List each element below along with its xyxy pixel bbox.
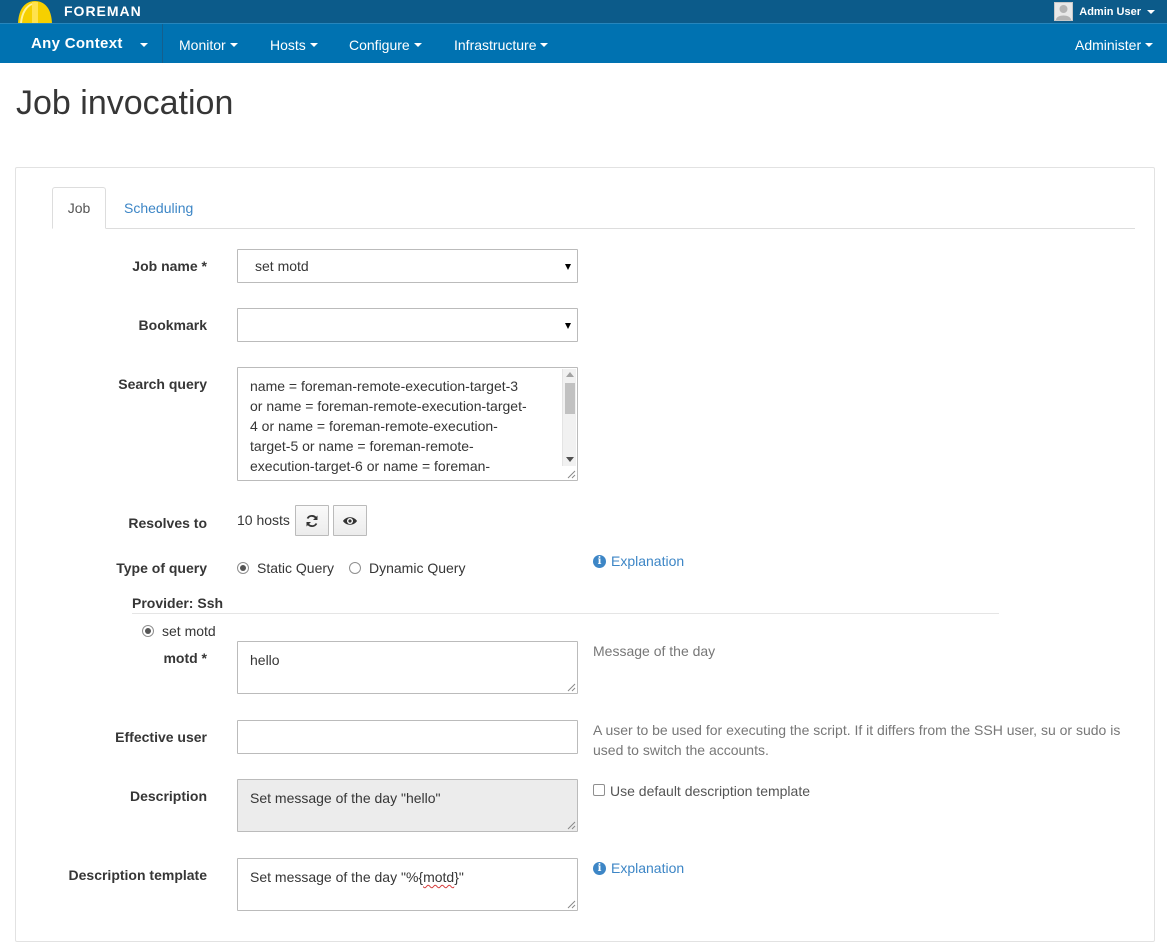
chevron-down-icon (229, 43, 238, 47)
bookmark-label: Bookmark (138, 317, 207, 333)
context-label: Any Context (31, 35, 123, 52)
refresh-button[interactable] (295, 505, 329, 536)
search-query-line: 4 or name = foreman-remote-execution- (250, 418, 498, 434)
dynamic-query-radio[interactable] (349, 562, 361, 574)
tab-job[interactable]: Job (52, 187, 106, 229)
chevron-down-icon (1147, 9, 1155, 14)
template-prefix: Set message of the day "%{ (250, 869, 424, 885)
motd-value: hello (250, 652, 280, 668)
explanation-text: Explanation (611, 860, 685, 876)
dropdown-arrow-icon (565, 323, 571, 329)
description-template-explanation-link[interactable]: i Explanation (593, 860, 684, 876)
query-type-explanation-link[interactable]: i Explanation (593, 553, 684, 569)
chevron-down-icon (140, 43, 148, 47)
top-header: FOREMAN Admin User (0, 0, 1167, 30)
description-label: Description (129, 788, 207, 804)
template-option-label[interactable]: set motd (162, 623, 216, 639)
template-radio[interactable] (142, 625, 154, 637)
resolved-hosts-count: 10 hosts (237, 512, 290, 528)
nav-label: Administer (1075, 37, 1142, 53)
nav-label: Infrastructure (454, 37, 537, 53)
effective-user-input[interactable] (237, 720, 578, 754)
search-query-line: execution-target-6 or name = foreman- (250, 458, 491, 474)
nav-infrastructure[interactable]: Infrastructure (454, 37, 549, 53)
chevron-down-icon (1145, 43, 1154, 47)
use-default-description-checkbox[interactable] (593, 784, 605, 796)
info-icon: i (593, 861, 606, 875)
avatar (1054, 2, 1074, 21)
description-value: Set message of the day "hello" (250, 790, 441, 806)
job-name-label: Job name * (132, 258, 207, 274)
brand-name[interactable]: FOREMAN (64, 3, 142, 19)
template-suffix: }" (454, 869, 464, 885)
nav-monitor[interactable]: Monitor (179, 37, 238, 53)
resize-grip-icon[interactable] (567, 900, 576, 909)
motd-textarea[interactable]: hello (237, 641, 578, 694)
chevron-down-icon (309, 43, 318, 47)
chevron-down-icon (540, 43, 549, 47)
dynamic-query-label[interactable]: Dynamic Query (369, 560, 465, 576)
description-textarea[interactable]: Set message of the day "hello" (237, 779, 578, 832)
motd-label: motd * (163, 650, 207, 666)
explanation-text: Explanation (611, 553, 685, 569)
nav-label: Monitor (179, 37, 226, 53)
resize-grip-icon[interactable] (567, 821, 576, 830)
nav-configure[interactable]: Configure (349, 37, 422, 53)
search-query-line: remote-execution-target-7 (250, 476, 557, 480)
nav-administer[interactable]: Administer (1075, 37, 1154, 53)
preview-hosts-button[interactable] (333, 505, 367, 536)
effective-user-help: A user to be used for executing the scri… (593, 720, 1153, 760)
tab-scheduling[interactable]: Scheduling (124, 200, 193, 216)
search-query-label: Search query (118, 376, 207, 392)
help-line: A user to be used for executing the scri… (593, 722, 1121, 738)
motd-help: Message of the day (593, 643, 716, 659)
static-query-label[interactable]: Static Query (257, 560, 334, 576)
info-icon: i (593, 554, 606, 568)
search-query-line: target-5 or name = foreman-remote- (250, 438, 474, 454)
textarea-scrollbar[interactable] (562, 369, 576, 466)
search-query-line: name = foreman-remote-execution-target-3 (250, 378, 519, 394)
resize-grip-icon[interactable] (567, 470, 576, 479)
static-query-radio[interactable] (237, 562, 249, 574)
job-name-select[interactable]: set motd (237, 249, 578, 283)
nav-label: Hosts (270, 37, 306, 53)
description-template-textarea[interactable]: Set message of the day "%{motd}" (237, 858, 578, 911)
tabs-divider (52, 228, 1135, 229)
dropdown-arrow-icon (565, 264, 571, 270)
nav-label: Configure (349, 37, 410, 53)
use-default-description-label[interactable]: Use default description template (610, 783, 810, 799)
provider-heading: Provider: Ssh (132, 595, 224, 611)
scroll-thumb[interactable] (565, 383, 575, 414)
template-variable: motd (423, 869, 455, 885)
description-template-label: Description template (68, 867, 207, 883)
eye-icon (343, 516, 357, 525)
provider-divider (132, 613, 999, 614)
main-navbar: Any Context Monitor Hosts Configure Infr… (0, 23, 1167, 63)
effective-user-label: Effective user (115, 729, 207, 745)
user-name: Admin User (1079, 5, 1141, 18)
refresh-icon (306, 514, 318, 527)
help-line: used to switch the accounts. (593, 742, 769, 758)
type-of-query-label: Type of query (116, 560, 207, 576)
search-query-textarea[interactable]: name = foreman-remote-execution-target-3… (237, 367, 578, 481)
resize-grip-icon[interactable] (567, 683, 576, 692)
chevron-down-icon (413, 43, 422, 47)
scroll-down-arrow-icon[interactable] (566, 457, 574, 462)
scroll-up-arrow-icon[interactable] (566, 372, 574, 377)
page-title: Job invocation (16, 84, 234, 122)
user-menu[interactable]: Admin User (1054, 2, 1155, 21)
form-card (15, 167, 1155, 942)
nav-hosts[interactable]: Hosts (270, 37, 318, 53)
user-icon (1056, 5, 1072, 20)
resolves-to-label: Resolves to (128, 515, 207, 531)
job-name-value: set motd (255, 258, 309, 274)
bookmark-select[interactable] (237, 308, 578, 342)
search-query-line: or name = foreman-remote-execution-targe… (250, 398, 527, 414)
context-selector[interactable]: Any Context (0, 24, 163, 63)
